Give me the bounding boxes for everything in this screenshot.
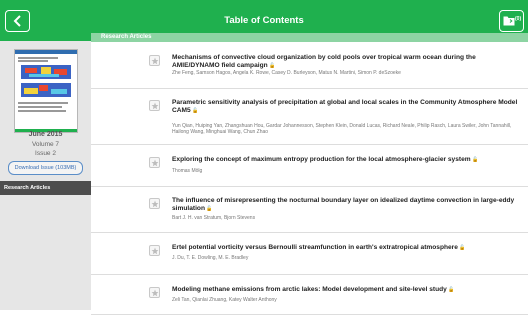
article-title-text: Ertel potential vorticity versus Bernoul… — [172, 244, 458, 251]
article-title-text: Mechanisms of convective cloud organizat… — [172, 54, 476, 69]
article-authors: Bart J. H. van Stratum, Bjorn Stevens — [172, 215, 256, 221]
issue-date: June 2015 — [28, 131, 63, 138]
article-authors: Zeli Tan, Qianlai Zhuang, Katey Walter A… — [172, 297, 277, 303]
article-title-text: The influence of misrepresenting the noc… — [172, 197, 515, 212]
article-title-text: Exploring the concept of maximum entropy… — [172, 156, 471, 163]
article-row[interactable]: Parametric sensitivity analysis of preci… — [91, 89, 528, 145]
star-icon — [151, 200, 158, 207]
article-title-text: Parametric sensitivity analysis of preci… — [172, 99, 518, 114]
lock-open-icon: 🔓 — [457, 245, 466, 251]
favorite-star-button[interactable] — [149, 100, 160, 111]
favorite-star-button[interactable] — [149, 157, 160, 168]
article-title-text: Modeling methane emissions from arctic l… — [172, 286, 447, 293]
star-icon — [151, 159, 158, 166]
article-title[interactable]: Parametric sensitivity analysis of preci… — [172, 99, 522, 115]
issue-number: Issue 2 — [35, 150, 56, 157]
article-row[interactable]: Modeling methane emissions from arctic l… — [91, 275, 528, 315]
lock-open-icon: 🔓 — [267, 63, 276, 69]
download-issue-button[interactable]: Download Issue (103MB) — [8, 161, 83, 175]
article-title[interactable]: Mechanisms of convective cloud organizat… — [172, 54, 522, 70]
journal-cover-image[interactable] — [14, 49, 78, 133]
article-row[interactable]: Ertel potential vorticity versus Bernoul… — [91, 233, 528, 275]
folder-icon — [503, 16, 515, 26]
cover-text-line — [18, 60, 48, 62]
lock-open-icon: 🔓 — [470, 157, 479, 163]
star-icon — [151, 102, 158, 109]
favorite-star-button[interactable] — [149, 55, 160, 66]
issue-sidebar: June 2015 Volume 7 Issue 2 Download Issu… — [0, 41, 91, 310]
issue-volume: Volume 7 — [31, 141, 60, 148]
favorite-star-button[interactable] — [149, 198, 160, 209]
cover-figure — [21, 83, 71, 97]
article-row[interactable]: Exploring the concept of maximum entropy… — [91, 145, 528, 187]
cover-text-line — [18, 106, 62, 108]
article-authors: J. Du, T. E. Dowling, M. E. Bradley — [172, 255, 249, 261]
favorite-star-button[interactable] — [149, 245, 160, 256]
article-authors: Zhe Feng, Samson Hagos, Angela K. Rowe, … — [172, 70, 401, 76]
cover-figure — [21, 65, 71, 79]
cover-text-line — [18, 57, 58, 59]
lock-open-icon: 🔓 — [446, 287, 455, 293]
article-row[interactable]: The influence of misrepresenting the noc… — [91, 187, 528, 233]
lock-open-icon: 🔓 — [190, 108, 199, 114]
star-icon — [151, 57, 158, 64]
cover-header-band — [15, 50, 77, 54]
favorite-star-button[interactable] — [149, 287, 160, 298]
star-icon — [151, 247, 158, 254]
article-authors: Thomas Mölg — [172, 168, 203, 174]
section-header: Research Articles — [91, 33, 528, 42]
cover-text-line — [18, 102, 68, 104]
article-title[interactable]: Modeling methane emissions from arctic l… — [172, 286, 522, 294]
article-row[interactable]: Mechanisms of convective cloud organizat… — [91, 44, 528, 89]
article-authors: Yun Qian, Huiping Yan, Zhangshuan Hou, G… — [172, 123, 512, 135]
article-title[interactable]: Ertel potential vorticity versus Bernoul… — [172, 244, 522, 252]
saved-articles-button[interactable]: (0) — [499, 10, 524, 32]
star-icon — [151, 289, 158, 296]
lock-open-icon: 🔓 — [204, 206, 213, 212]
cover-text-line — [18, 110, 66, 112]
article-title[interactable]: Exploring the concept of maximum entropy… — [172, 156, 522, 164]
saved-count-badge: (0) — [515, 16, 522, 22]
article-title[interactable]: The influence of misrepresenting the noc… — [172, 197, 522, 213]
sidebar-item-research-articles[interactable]: Research Articles — [0, 181, 91, 195]
